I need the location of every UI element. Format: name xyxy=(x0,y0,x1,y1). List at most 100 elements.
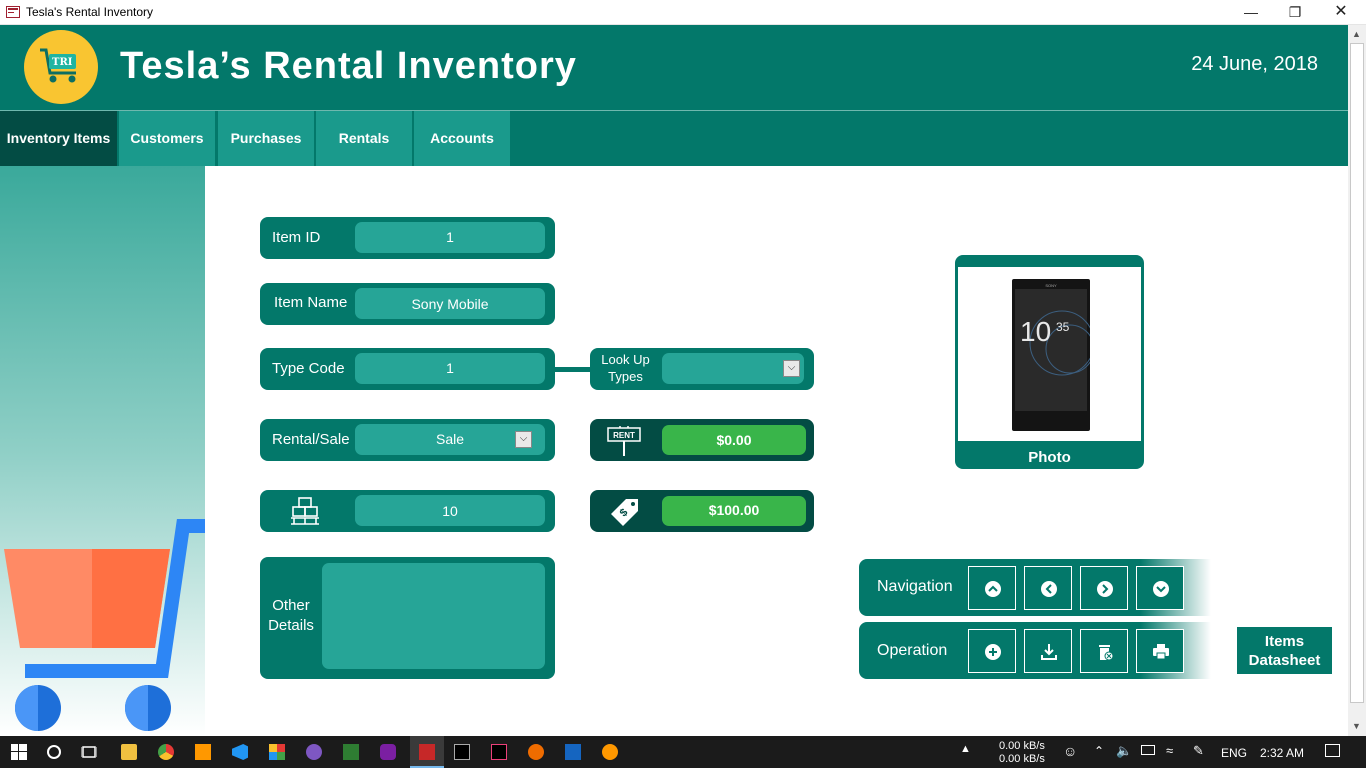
scroll-down-arrow-icon[interactable]: ▼ xyxy=(1352,721,1361,731)
windows-taskbar: ▲ 0.00 kB/s 0.00 kB/s ☺ ⌃ 🔈 ≈ ✎ ENG 2:32… xyxy=(0,736,1366,768)
svg-text:SONY: SONY xyxy=(1045,283,1057,288)
print-record-button[interactable] xyxy=(1136,629,1184,673)
rental-sale-label: Rental/Sale xyxy=(272,431,350,448)
first-record-button[interactable] xyxy=(968,566,1016,610)
logo-text: TRI xyxy=(52,57,73,68)
rent-price-group: RENT $0.00 xyxy=(590,419,814,461)
wifi-icon[interactable]: ≈ xyxy=(1166,743,1173,758)
svg-text:10: 10 xyxy=(1020,316,1051,347)
item-name-group: Item Name Sony Mobile xyxy=(260,283,555,325)
tab-rentals[interactable]: Rentals xyxy=(316,111,412,166)
item-id-group: Item ID 1 xyxy=(260,217,555,259)
tab-purchases[interactable]: Purchases xyxy=(218,111,314,166)
tab-accounts[interactable]: Accounts xyxy=(414,111,510,166)
type-code-group: Type Code 1 xyxy=(260,348,555,390)
logo: TRI xyxy=(24,30,98,104)
lookup-types-label: Look Up Types xyxy=(601,352,650,384)
app-grid-icon[interactable] xyxy=(269,744,285,760)
download-icon xyxy=(1041,644,1057,660)
show-hidden-icons-chevron-icon[interactable]: ⌃ xyxy=(1094,744,1104,758)
sublime-text-icon[interactable] xyxy=(195,744,211,760)
last-record-button[interactable] xyxy=(1136,566,1184,610)
command-prompt-icon[interactable] xyxy=(454,744,470,760)
chrome-icon[interactable] xyxy=(158,744,174,760)
network-activity-icon[interactable]: ▲ xyxy=(960,743,971,755)
taskbar-active-app[interactable] xyxy=(410,736,444,768)
chevron-down-icon[interactable]: ⌵ xyxy=(515,431,532,448)
quantity-field[interactable]: 10 xyxy=(355,495,545,526)
other-details-textarea[interactable] xyxy=(322,563,545,669)
item-id-field[interactable]: 1 xyxy=(355,222,545,253)
items-datasheet-button[interactable]: Items Datasheet xyxy=(1237,627,1332,674)
tab-inventory-items[interactable]: Inventory Items xyxy=(0,111,117,166)
app-amber-icon[interactable] xyxy=(602,744,618,760)
app-title: Tesla’s Rental Inventory xyxy=(120,45,577,87)
navigation-label: Navigation xyxy=(877,578,953,595)
window-titlebar: Tesla's Rental Inventory — ❐ ✕ xyxy=(0,0,1366,25)
close-button[interactable]: ✕ xyxy=(1318,0,1364,25)
svg-text:RENT: RENT xyxy=(613,431,635,440)
rent-sign-icon: RENT xyxy=(607,426,641,456)
language-indicator[interactable]: ENG xyxy=(1221,746,1247,760)
tab-customers[interactable]: Customers xyxy=(119,111,215,166)
svg-text:35: 35 xyxy=(1056,320,1070,334)
tab-bar: Inventory Items Customers Purchases Rent… xyxy=(0,110,1348,166)
windows-start-icon[interactable] xyxy=(11,744,27,760)
app-green-icon[interactable] xyxy=(343,744,359,760)
scrollbar-thumb[interactable] xyxy=(1350,43,1364,703)
trash-icon xyxy=(1099,645,1114,661)
minimize-button[interactable]: — xyxy=(1228,0,1274,25)
type-code-field[interactable]: 1 xyxy=(355,353,545,384)
operation-bar: Operation xyxy=(859,622,1211,679)
phone-image: 10 35 SONY xyxy=(1012,279,1090,431)
item-name-field[interactable]: Sony Mobile xyxy=(355,288,545,319)
save-record-button[interactable] xyxy=(1024,629,1072,673)
plus-circle-icon xyxy=(985,644,1001,660)
previous-record-button[interactable] xyxy=(1024,566,1072,610)
chevron-down-circle-icon xyxy=(1153,581,1169,597)
next-record-button[interactable] xyxy=(1080,566,1128,610)
quantity-group: 10 xyxy=(260,490,555,532)
sale-price-group: $ $100.00 xyxy=(590,490,814,532)
item-photo[interactable]: 10 35 SONY xyxy=(958,267,1141,441)
price-tag-icon: $ xyxy=(611,499,638,526)
scroll-up-arrow-icon[interactable]: ▲ xyxy=(1352,29,1361,39)
battery-icon[interactable] xyxy=(1141,745,1155,755)
chevron-up-circle-icon xyxy=(985,581,1001,597)
app-magenta-icon[interactable] xyxy=(380,744,396,760)
people-icon[interactable]: ☺ xyxy=(1063,743,1077,759)
lookup-types-group: Look Up Types ⌵ xyxy=(590,348,814,390)
sale-price-field[interactable]: $100.00 xyxy=(662,496,806,526)
app-orange-icon[interactable] xyxy=(528,744,544,760)
connector-line xyxy=(555,367,591,372)
delete-record-button[interactable] xyxy=(1080,629,1128,673)
action-center-icon[interactable] xyxy=(1325,744,1340,757)
other-details-label-line2: Details xyxy=(268,617,314,634)
app-blue-icon[interactable] xyxy=(565,744,581,760)
rental-sale-group: Rental/Sale Sale ⌵ xyxy=(260,419,555,461)
window-title: Tesla's Rental Inventory xyxy=(26,5,154,19)
task-view-icon[interactable] xyxy=(81,744,97,760)
vscode-icon[interactable] xyxy=(232,744,248,760)
clock[interactable]: 2:32 AM xyxy=(1260,746,1304,760)
item-id-label: Item ID xyxy=(272,229,321,246)
other-details-label: Other Details xyxy=(260,596,322,636)
new-record-button[interactable] xyxy=(968,629,1016,673)
vertical-scrollbar[interactable]: ▲ ▼ xyxy=(1348,25,1366,736)
current-date: 24 June, 2018 xyxy=(1191,53,1318,75)
file-explorer-icon[interactable] xyxy=(121,744,137,760)
other-details-label-line1: Other xyxy=(272,597,310,614)
chevron-down-icon[interactable]: ⌵ xyxy=(783,360,800,377)
search-circle-icon[interactable] xyxy=(46,744,62,760)
access-form-icon xyxy=(6,6,20,18)
chevron-left-circle-icon xyxy=(1041,581,1057,597)
app-purple-icon[interactable] xyxy=(306,744,322,760)
intellij-icon[interactable] xyxy=(491,744,507,760)
pen-icon[interactable]: ✎ xyxy=(1193,743,1204,759)
restore-button[interactable]: ❐ xyxy=(1272,0,1318,25)
rent-price-field[interactable]: $0.00 xyxy=(662,425,806,455)
navigation-bar: Navigation xyxy=(859,559,1211,616)
volume-icon[interactable]: 🔈 xyxy=(1116,743,1132,759)
other-details-group: Other Details xyxy=(260,557,555,679)
operation-label: Operation xyxy=(877,642,948,659)
